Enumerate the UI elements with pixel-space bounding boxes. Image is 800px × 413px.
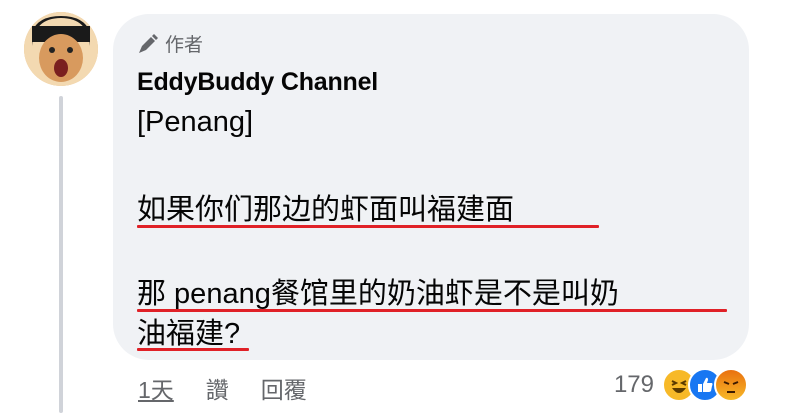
avatar-face-icon (24, 12, 98, 86)
comment-text-line: 那 penang餐馆里的奶油虾是不是叫奶 (137, 278, 619, 310)
comment-actions: 1天 讚 回覆 (138, 371, 339, 405)
author-badge: 作者 (137, 30, 203, 57)
author-name[interactable]: EddyBuddy Channel (137, 68, 378, 97)
reaction-count: 179 (613, 371, 654, 398)
like-button[interactable]: 讚 (206, 371, 229, 405)
comment-bubble: 作者 EddyBuddy Channel [Penang] 如果你们那边的虾面叫… (113, 14, 749, 360)
reactions-summary[interactable]: 179 (614, 368, 748, 402)
timestamp-link[interactable]: 1天 (138, 371, 174, 405)
author-badge-label: 作者 (165, 35, 204, 56)
pen-icon (139, 33, 158, 53)
red-underline (137, 309, 727, 312)
red-underline (137, 225, 599, 228)
comment-text-line: 如果你们那边的虾面叫福建面 (137, 194, 515, 226)
red-underline (137, 348, 249, 351)
comment-text-line: 油福建? (137, 318, 241, 350)
reply-button[interactable]: 回覆 (261, 371, 307, 405)
angry-icon (714, 368, 748, 402)
avatar[interactable] (24, 12, 98, 86)
thread-line (59, 96, 63, 413)
comment-text-line: [Penang] (137, 106, 254, 138)
